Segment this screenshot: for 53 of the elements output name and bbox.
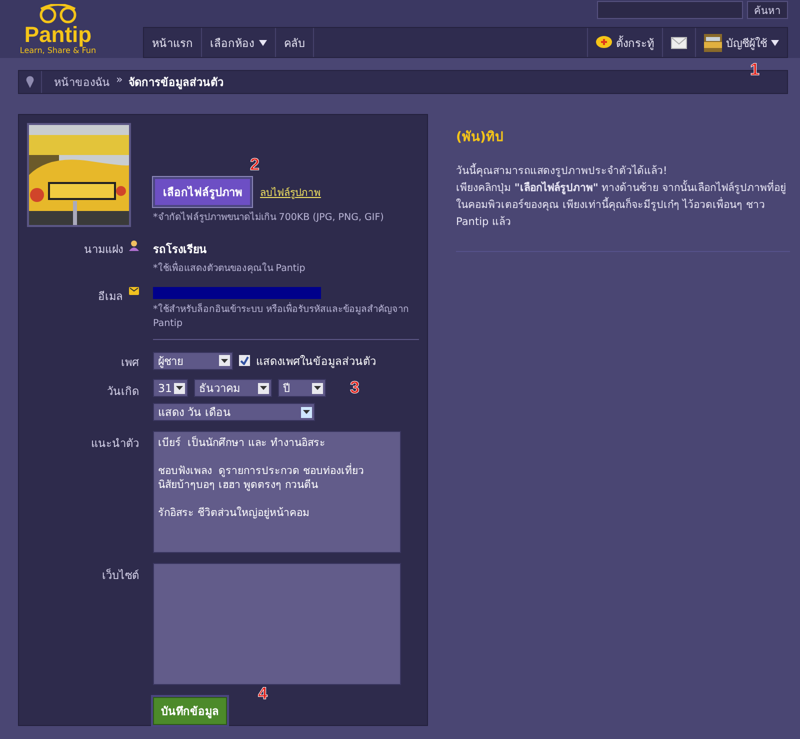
search-field[interactable] — [597, 1, 743, 19]
caret-icon — [219, 355, 230, 366]
field-hint: *ใช้สำหรับล็อกอินเข้าระบบ หรือเพื่อรับรหัสและข้อมูลสำคัญจาก Pantip — [153, 303, 410, 331]
year-select[interactable]: ปี — [278, 379, 326, 397]
choose-file-button[interactable]: เลือกไฟล์รูปภาพ — [153, 177, 252, 207]
new-topic-button[interactable]: ตั้งกระทู้ — [587, 28, 662, 57]
delete-picture-link[interactable]: ลบไฟล์รูปภาพ — [260, 184, 321, 200]
mail-icon — [129, 287, 139, 295]
tip-title: (พัน)ทิป — [456, 129, 504, 147]
website-field[interactable] — [153, 563, 401, 685]
field-label: นามแฝง — [84, 242, 123, 258]
breadcrumb-current: จัดการข้อมูลส่วนตัว — [128, 75, 224, 91]
tip-text: เพียงคลิกปุ่ม "เลือกไฟล์รูปภาพ" ทางด้านซ้าย จากนั้นเลือกไฟล์รูปภาพที่อยู่ในคอมพิวเตอร์ของคุณ เพียงเท่านี้คุณก็จะมีรูปเก๋ๆ ไว้อวดเพื่อนๆ ชาว Pantip แล้ว — [456, 180, 787, 230]
caret-icon — [312, 382, 323, 394]
caret-icon — [174, 382, 185, 394]
caret-icon — [258, 382, 269, 394]
field-label: เพศ — [121, 355, 139, 371]
checkbox-label: แสดงเพศในข้อมูลส่วนตัว — [256, 354, 376, 370]
search-button[interactable]: ค้นหา — [747, 1, 788, 19]
bio-field[interactable]: เบียร์ เป็นนักศึกษา และ ทำงานอิสระ ชอบฟังเพลง ดูรายการประกวด ชอบท่องเที่ยว นิสัยบ้าๆบอๆ เฮฮา พูดตรงๆ กวนตีน รักอิสระ ชีวิตส่วนใหญ่อยู่หน้าคอม — [153, 431, 401, 553]
field-hint: *ใช้เพื่อแสดงตัวตนของคุณใน Pantip — [153, 262, 306, 276]
mail-icon — [671, 36, 687, 48]
logo-tagline: Learn, Share & Fun — [20, 46, 96, 55]
birthday-display-select[interactable]: แสดง วัน เดือน — [153, 403, 315, 421]
caret-icon — [259, 40, 267, 46]
day-select[interactable]: 31 — [153, 379, 188, 397]
save-button[interactable]: บันทึกข้อมูล — [153, 697, 227, 725]
nav-item[interactable]: หน้าแรก — [144, 28, 202, 57]
upload-hint: *จำกัดไฟล์รูปภาพขนาดไม่เกิน 700KB (JPG, PNG, GIF) — [153, 211, 385, 225]
nav-item[interactable]: เลือกห้อง — [202, 28, 276, 57]
tip-text: วันนี้คุณสามารถแสดงรูปภาพประจำตัวได้แล้ว! — [456, 163, 668, 179]
breadcrumb-link[interactable]: หน้าของฉัน — [54, 73, 110, 91]
breadcrumb-separator: » — [116, 73, 123, 88]
step-number: 3 — [350, 378, 360, 398]
field-label: แนะนำตัว — [91, 436, 139, 452]
gender-select[interactable]: ผู้ชาย — [153, 352, 233, 370]
user-icon — [129, 240, 139, 251]
checkbox[interactable] — [239, 355, 250, 366]
nav-item[interactable]: คลับ — [276, 28, 314, 57]
field-label: วันเกิด — [107, 384, 139, 400]
display-name: รถโรงเรียน — [153, 242, 208, 258]
step-number: 1 — [750, 60, 760, 80]
step-number: 4 — [258, 684, 268, 704]
caret-icon — [771, 40, 779, 46]
location-icon — [26, 76, 34, 88]
caret-icon — [301, 406, 312, 418]
logo-text[interactable]: Pantip — [24, 24, 92, 46]
account-menu[interactable]: บัญชีผู้ใช้ — [695, 28, 787, 57]
month-select[interactable]: ธันวาคม — [194, 379, 272, 397]
field-label: อีเมล — [98, 289, 123, 305]
speech-plus-icon — [596, 36, 612, 49]
field-label: เว็บไซต์ — [102, 567, 139, 584]
step-number: 2 — [250, 155, 260, 175]
